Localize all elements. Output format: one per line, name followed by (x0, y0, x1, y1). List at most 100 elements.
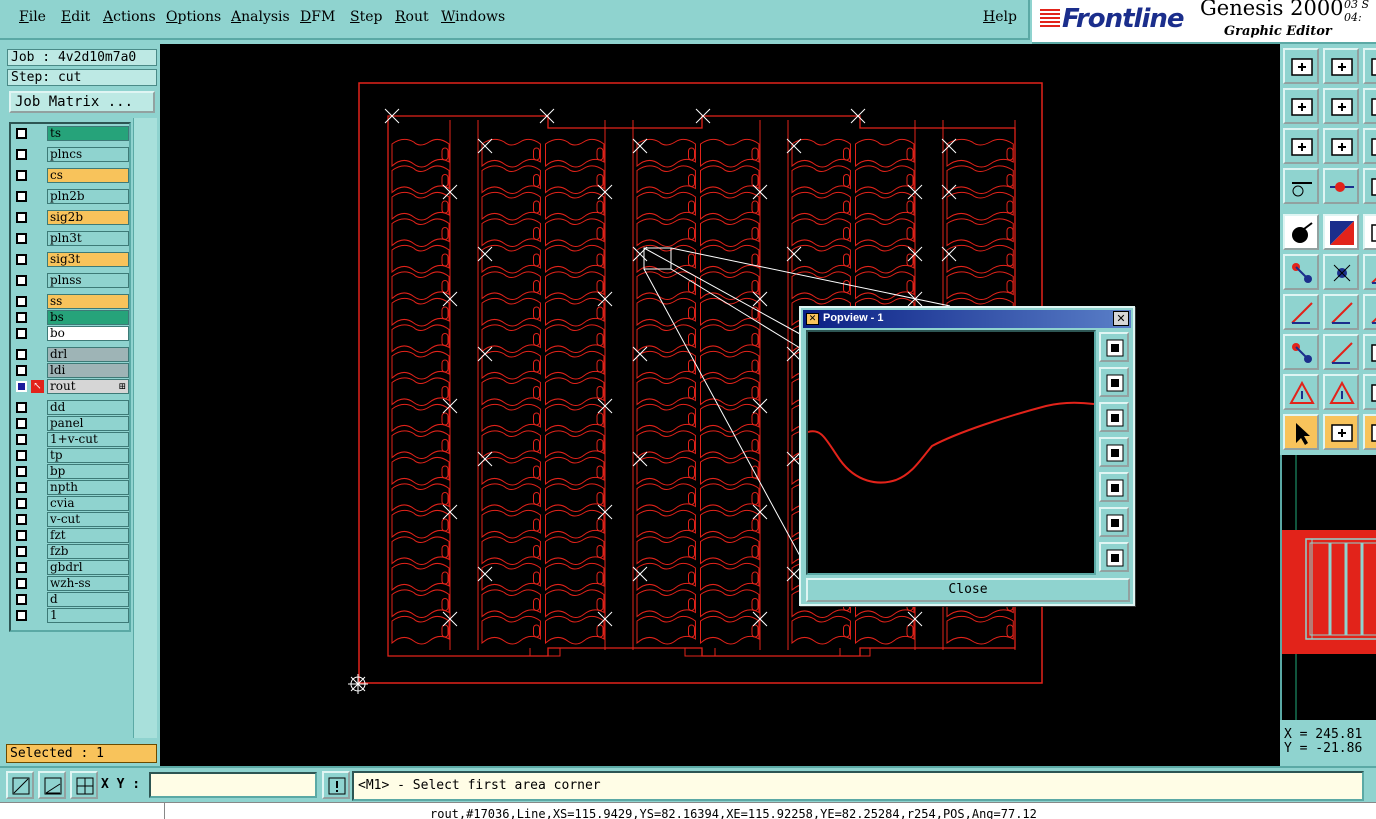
toolbar-button[interactable] (1283, 334, 1319, 370)
layer-row-plnss[interactable]: plnss (13, 273, 129, 288)
layer-checkbox[interactable] (16, 546, 27, 557)
layer-name[interactable]: npth (47, 480, 129, 495)
toolbar-button[interactable] (1323, 414, 1359, 450)
toolbar-button[interactable] (1363, 334, 1376, 370)
toolbar-button[interactable] (1283, 374, 1319, 410)
layer-row-1+v-cut[interactable]: 1+v-cut (13, 432, 129, 447)
layer-checkbox[interactable] (16, 275, 27, 286)
menu-file[interactable]: File (19, 9, 46, 25)
window-menu-icon[interactable]: ✕ (806, 313, 819, 325)
toolbar-button[interactable] (1363, 294, 1376, 330)
layer-row-bo[interactable]: bo (13, 326, 129, 341)
toolbar-button[interactable] (1323, 254, 1359, 290)
layer-name[interactable]: v-cut (47, 512, 129, 527)
toolbar-button[interactable] (1363, 414, 1376, 450)
exclamation-button[interactable] (322, 771, 350, 799)
menu-help[interactable]: Help (983, 9, 1017, 25)
layer-row-wzh-ss[interactable]: wzh-ss (13, 576, 129, 591)
menu-step[interactable]: Step (350, 9, 382, 25)
toolbar-button[interactable] (1283, 88, 1319, 124)
toolbar-button[interactable] (1323, 294, 1359, 330)
layer-checkbox[interactable] (16, 578, 27, 589)
popview-canvas[interactable] (806, 330, 1096, 575)
toolbar-button[interactable] (1323, 88, 1359, 124)
layer-name[interactable]: bs (47, 310, 129, 325)
popview-tool-button[interactable] (1099, 542, 1129, 572)
popview-tool-button[interactable] (1099, 507, 1129, 537)
layer-name[interactable]: pln2b (47, 189, 129, 204)
job-matrix-button[interactable]: Job Matrix ... (9, 91, 155, 113)
layer-row-fzt[interactable]: fzt (13, 528, 129, 543)
toolbar-button[interactable] (1323, 334, 1359, 370)
layer-row-bp[interactable]: bp (13, 464, 129, 479)
popview-tool-button[interactable] (1099, 402, 1129, 432)
layer-row-panel[interactable]: panel (13, 416, 129, 431)
toolbar-button[interactable] (1363, 254, 1376, 290)
layer-checkbox[interactable] (16, 233, 27, 244)
toolbar-button[interactable] (1283, 294, 1319, 330)
layer-name[interactable]: ss (47, 294, 129, 309)
layer-checkbox[interactable] (16, 149, 27, 160)
layer-checkbox[interactable] (16, 312, 27, 323)
toolbar-button[interactable] (1283, 254, 1319, 290)
layer-row-v-cut[interactable]: v-cut (13, 512, 129, 527)
layer-name[interactable]: fzt (47, 528, 129, 543)
xy-coordinate-input[interactable] (149, 772, 317, 798)
popview-tool-button[interactable] (1099, 332, 1129, 362)
popview-titlebar[interactable]: ✕ Popview - 1 ✕ (803, 310, 1131, 328)
layer-checkbox[interactable] (16, 170, 27, 181)
layer-row-ss[interactable]: ss (13, 294, 129, 309)
layer-row-pln2b[interactable]: pln2b (13, 189, 129, 204)
layer-checkbox[interactable] (16, 482, 27, 493)
layer-row-cs[interactable]: cs (13, 168, 129, 183)
layer-checkbox[interactable] (16, 450, 27, 461)
layer-row-tp[interactable]: tp (13, 448, 129, 463)
layer-checkbox[interactable] (16, 402, 27, 413)
layer-checkbox[interactable] (16, 365, 27, 376)
toolbar-button[interactable] (1363, 168, 1376, 204)
menu-rout[interactable]: Rout (395, 9, 429, 25)
layer-checkbox[interactable] (16, 418, 27, 429)
layer-name[interactable]: plnss (47, 273, 129, 288)
menu-dfm[interactable]: DFM (300, 9, 335, 25)
layer-row-1[interactable]: 1 (13, 608, 129, 623)
layer-name[interactable]: fzb (47, 544, 129, 559)
layer-checkbox[interactable] (16, 594, 27, 605)
toolbar-button[interactable] (1283, 48, 1319, 84)
layer-name[interactable]: bp (47, 464, 129, 479)
toolbar-button[interactable] (1323, 374, 1359, 410)
toolbar-button[interactable] (1323, 214, 1359, 250)
layer-row-ldi[interactable]: ldi (13, 363, 129, 378)
toolbar-button[interactable] (1363, 214, 1376, 250)
layer-checkbox[interactable] (16, 212, 27, 223)
toolbar-button[interactable] (1363, 48, 1376, 84)
layer-checkbox[interactable] (16, 296, 27, 307)
layer-checkbox[interactable] (16, 530, 27, 541)
layer-row-pln3t[interactable]: pln3t (13, 231, 129, 246)
menu-actions[interactable]: Actions (103, 9, 156, 25)
layer-name[interactable]: bo (47, 326, 129, 341)
layer-row-ts[interactable]: ts (13, 126, 129, 141)
grid-mode-button[interactable] (70, 771, 98, 799)
layer-checkbox[interactable] (16, 349, 27, 360)
layer-checkbox[interactable] (16, 514, 27, 525)
layer-checkbox[interactable] (16, 434, 27, 445)
toolbar-button[interactable] (1283, 168, 1319, 204)
layer-checkbox[interactable] (16, 498, 27, 509)
panel-overview-map[interactable] (1280, 455, 1376, 720)
popview-close-button[interactable]: Close (806, 578, 1130, 602)
layer-name[interactable]: plncs (47, 147, 129, 162)
menu-edit[interactable]: Edit (61, 9, 90, 25)
layer-name[interactable]: ldi (47, 363, 129, 378)
toolbar-button[interactable] (1363, 374, 1376, 410)
layer-checkbox[interactable] (16, 381, 27, 392)
popview-tool-button[interactable] (1099, 437, 1129, 467)
layer-name[interactable]: wzh-ss (47, 576, 129, 591)
layer-name[interactable]: sig2b (47, 210, 129, 225)
layer-checkbox[interactable] (16, 328, 27, 339)
layer-row-npth[interactable]: npth (13, 480, 129, 495)
menu-options[interactable]: Options (166, 9, 221, 25)
popview-tool-button[interactable] (1099, 367, 1129, 397)
toolbar-button[interactable] (1323, 168, 1359, 204)
layer-name[interactable]: cvia (47, 496, 129, 511)
